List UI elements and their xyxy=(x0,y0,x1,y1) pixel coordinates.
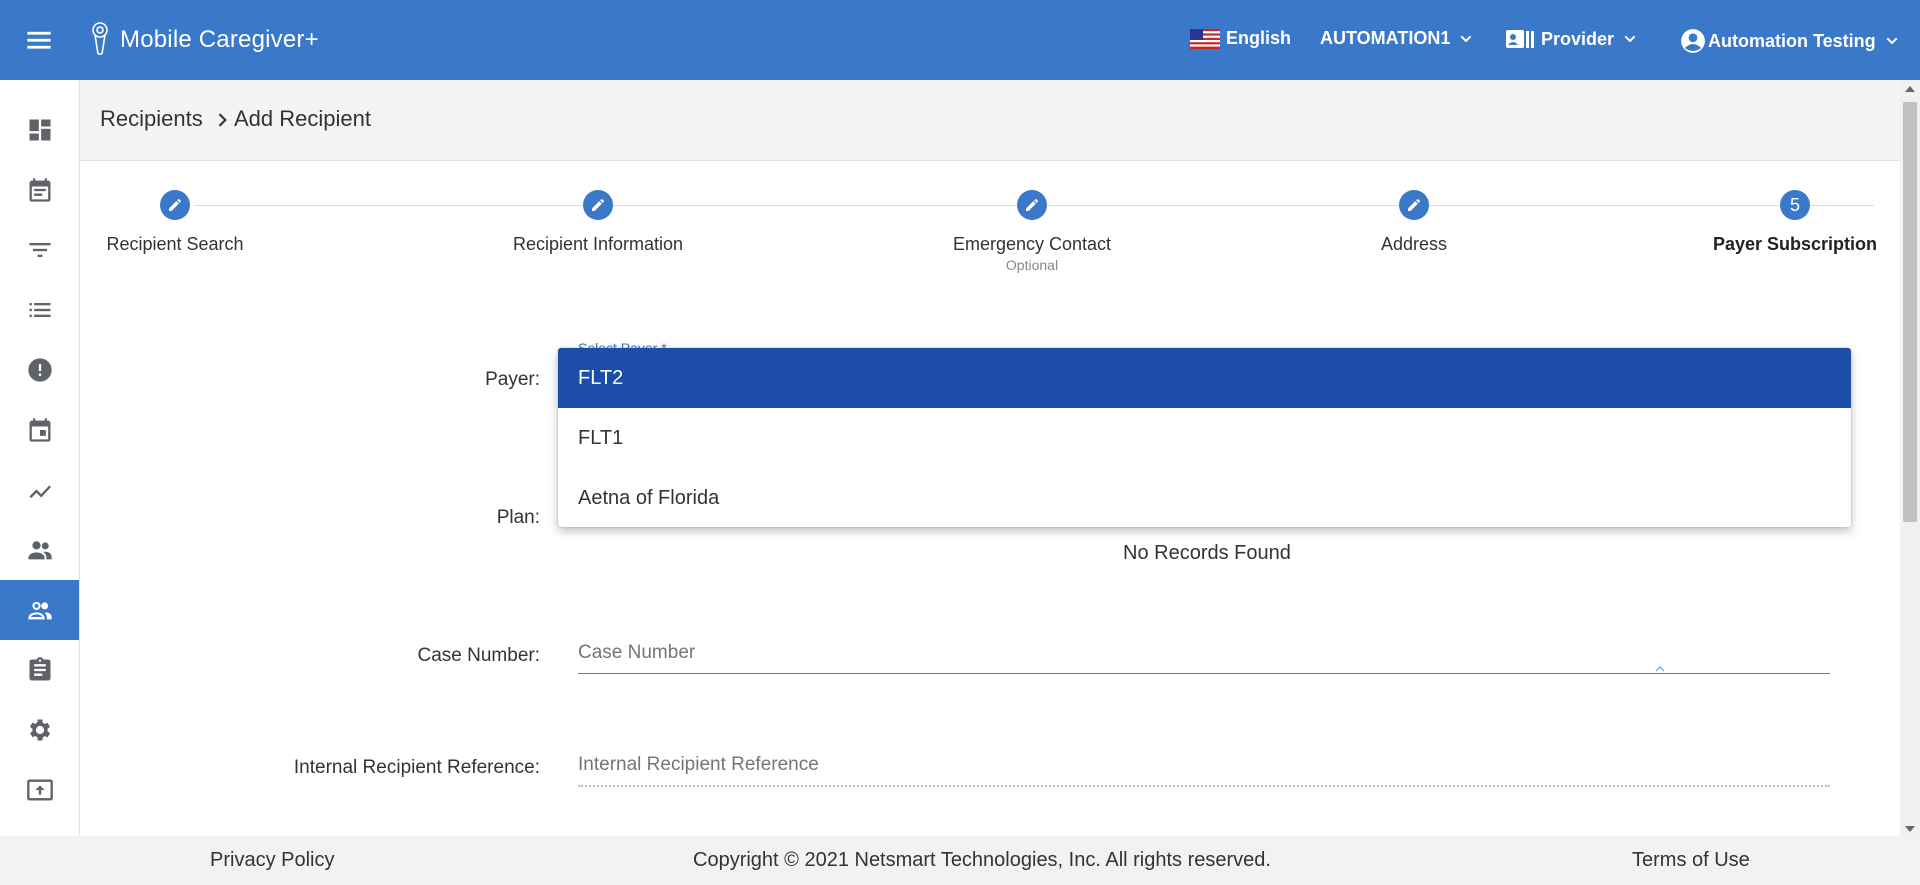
scrollbar-thumb[interactable] xyxy=(1903,102,1917,522)
app-logo-icon xyxy=(86,20,114,58)
input-focus-mark xyxy=(1656,666,1664,672)
internal-reference-input[interactable] xyxy=(578,745,1830,787)
sidebar-item-list[interactable] xyxy=(0,280,79,340)
step-recipient-search[interactable]: Recipient Search xyxy=(45,190,305,255)
step-sublabel: Optional xyxy=(1005,257,1059,273)
payer-label: Payer: xyxy=(485,369,540,390)
step-emergency-contact[interactable]: Emergency Contact Optional xyxy=(902,190,1162,273)
terms-of-use-link[interactable]: Terms of Use xyxy=(1632,849,1750,872)
organization-label: AUTOMATION1 xyxy=(1320,28,1451,48)
scroll-down-arrow-icon[interactable] xyxy=(1905,826,1915,832)
stepper: Recipient Search Recipient Information E… xyxy=(80,160,1900,300)
sidebar-item-dashboard[interactable] xyxy=(0,100,79,160)
edit-pencil-icon[interactable] xyxy=(1017,190,1047,220)
user-menu[interactable]: Automation Testing xyxy=(1680,28,1900,54)
step-label: Emergency Contact xyxy=(952,234,1112,254)
account-circle-icon xyxy=(1681,29,1705,53)
id-card-icon xyxy=(1506,30,1534,48)
payer-dropdown-menu: FLT2 FLT1 Aetna of Florida xyxy=(558,348,1851,527)
step-payer-subscription[interactable]: 5 Payer Subscription xyxy=(1665,190,1920,255)
step-recipient-information[interactable]: Recipient Information xyxy=(468,190,728,255)
no-records-message: No Records Found xyxy=(1123,542,1291,564)
dropdown-option[interactable]: FLT2 xyxy=(558,348,1851,408)
top-app-bar: Mobile Caregiver+ English AUTOMATION1 Pr… xyxy=(0,0,1920,80)
step-label: Address xyxy=(1380,234,1448,254)
step-address[interactable]: Address xyxy=(1284,190,1544,255)
dropdown-option[interactable]: Aetna of Florida xyxy=(558,468,1851,527)
clipboard-icon xyxy=(29,657,50,681)
privacy-policy-link[interactable]: Privacy Policy xyxy=(210,849,334,872)
edit-pencil-icon[interactable] xyxy=(1399,190,1429,220)
organization-selector[interactable]: AUTOMATION1 xyxy=(1320,28,1474,49)
page-scrollbar[interactable] xyxy=(1900,80,1920,836)
calendar-icon xyxy=(29,418,50,442)
chevron-down-icon xyxy=(1886,37,1898,45)
breadcrumb: Recipients Add Recipient xyxy=(80,80,1900,161)
step-label: Recipient Information xyxy=(512,234,684,254)
language-selector[interactable]: English xyxy=(1190,28,1291,49)
breadcrumb-recipients-link[interactable]: Recipients xyxy=(100,106,203,132)
role-label: Provider xyxy=(1541,28,1615,49)
alert-icon xyxy=(27,358,52,382)
edit-pencil-icon[interactable] xyxy=(583,190,613,220)
sidebar-item-recipients[interactable] xyxy=(0,580,79,640)
edit-pencil-icon[interactable] xyxy=(160,190,190,220)
user-name: Automation Testing xyxy=(1708,30,1876,51)
language-label: English xyxy=(1226,28,1292,48)
chevron-right-icon xyxy=(218,113,227,127)
chevron-down-icon xyxy=(1624,35,1636,43)
app-title: Mobile Caregiver+ xyxy=(120,26,319,53)
footer: Privacy Policy Copyright © 2021 Netsmart… xyxy=(0,836,1920,885)
role-selector[interactable]: Provider xyxy=(1505,28,1638,50)
people-icon xyxy=(27,541,52,560)
dropdown-option[interactable]: FLT1 xyxy=(558,408,1851,468)
us-flag-icon xyxy=(1190,28,1220,49)
step-label: Payer Subscription xyxy=(1712,234,1878,254)
chevron-down-icon xyxy=(1460,35,1472,42)
case-number-label: Case Number: xyxy=(417,645,541,666)
sidebar-item-settings[interactable] xyxy=(0,700,79,760)
breadcrumb-current: Add Recipient xyxy=(234,106,371,131)
upload-icon xyxy=(26,779,53,801)
plan-label: Plan: xyxy=(496,507,540,528)
sidebar-item-caregivers[interactable] xyxy=(0,520,79,580)
step-label: Recipient Search xyxy=(106,234,244,254)
copyright-text: Copyright © 2021 Netsmart Technologies, … xyxy=(693,849,1271,871)
internal-reference-label: Internal Recipient Reference: xyxy=(293,757,540,778)
dashboard-icon xyxy=(29,119,50,141)
case-number-input[interactable] xyxy=(578,633,1830,674)
gear-icon xyxy=(29,719,50,741)
recipients-icon xyxy=(27,601,52,620)
trend-icon xyxy=(29,485,51,499)
step-number[interactable]: 5 xyxy=(1780,190,1810,220)
sidebar-item-calendar[interactable] xyxy=(0,400,79,460)
hamburger-menu-icon[interactable] xyxy=(24,26,54,54)
list-icon xyxy=(29,303,50,317)
scroll-up-arrow-icon[interactable] xyxy=(1905,86,1915,92)
